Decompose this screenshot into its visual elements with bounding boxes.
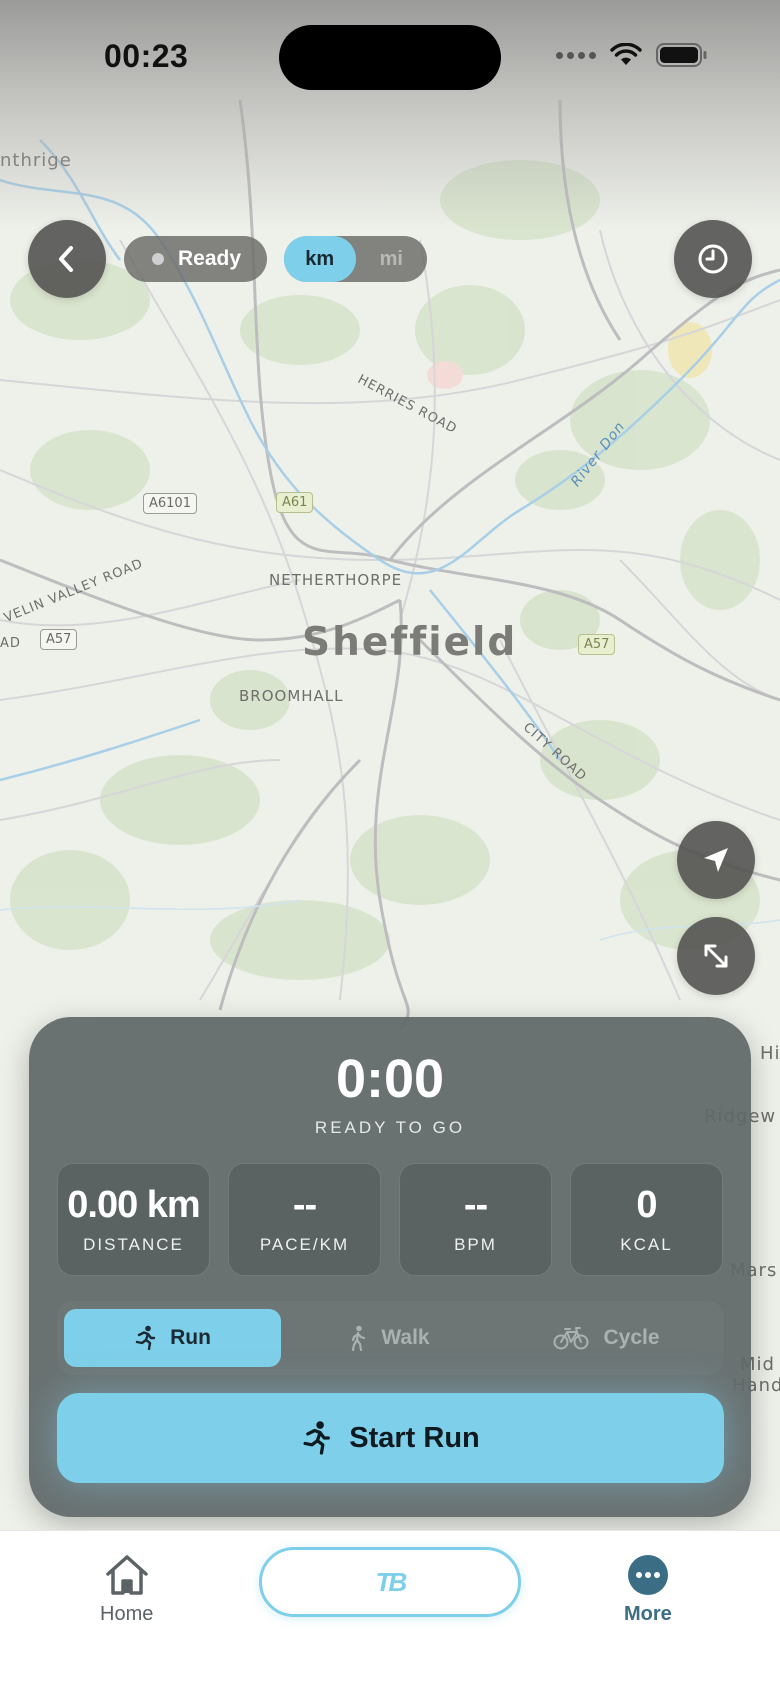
- map-label-hi: Hi: [760, 1043, 780, 1064]
- tab-home[interactable]: Home: [100, 1553, 153, 1626]
- start-run-button[interactable]: Start Run: [57, 1393, 724, 1483]
- activity-selector: Run Walk Cycle: [57, 1301, 724, 1375]
- status-pill-label: Ready: [178, 247, 242, 270]
- timer-subtitle: READY TO GO: [314, 1118, 466, 1137]
- map-label-netherthorpe: NETHERTHORPE: [269, 571, 403, 589]
- tab-bar: Home TB More: [0, 1530, 780, 1695]
- history-button[interactable]: [674, 220, 752, 298]
- stat-heart-rate-value: --: [463, 1184, 488, 1226]
- wifi-icon: [610, 43, 642, 65]
- stat-calories-value: 0: [636, 1184, 657, 1226]
- road-shield-a57-west: A57: [40, 629, 78, 650]
- tab-more[interactable]: More: [624, 1553, 672, 1626]
- stat-pace-label: PACE/KM: [259, 1235, 350, 1254]
- clock-icon: [698, 244, 728, 274]
- running-person-icon: [303, 1421, 331, 1455]
- more-dots-icon: [627, 1555, 668, 1595]
- activity-option-walk[interactable]: Walk: [281, 1309, 498, 1367]
- bicycle-icon: [553, 1327, 589, 1350]
- stats-row: 0.00 km DISTANCE -- PACE/KM -- BPM 0 KCA…: [57, 1163, 724, 1276]
- road-shield-a57-east: A57: [578, 634, 616, 655]
- activity-option-run-label: Run: [170, 1326, 211, 1349]
- map-label-city: Sheffield: [302, 620, 518, 665]
- stat-calories: 0 KCAL: [570, 1163, 723, 1276]
- cellular-signal-icon: [556, 51, 596, 59]
- center-logo-button[interactable]: TB: [259, 1547, 521, 1617]
- unit-toggle[interactable]: km mi: [284, 236, 427, 282]
- workout-panel: 0:00 READY TO GO 0.00 km DISTANCE -- PAC…: [29, 1017, 751, 1517]
- stat-distance: 0.00 km DISTANCE: [57, 1163, 210, 1276]
- start-run-label: Start Run: [349, 1421, 480, 1454]
- status-time: 00:23: [104, 38, 189, 74]
- elapsed-timer: 0:00: [335, 1049, 445, 1109]
- stat-distance-label: DISTANCE: [83, 1235, 184, 1254]
- unit-option-km[interactable]: km: [284, 236, 356, 282]
- expand-map-button[interactable]: [677, 917, 755, 995]
- tab-home-label: Home: [100, 1603, 154, 1625]
- back-button[interactable]: [28, 220, 106, 298]
- recenter-location-button[interactable]: [677, 821, 755, 899]
- stat-heart-rate: -- BPM: [399, 1163, 552, 1276]
- stat-pace-value: --: [292, 1184, 317, 1226]
- road-shield-a6101: A6101: [143, 493, 197, 514]
- unit-option-mi[interactable]: mi: [356, 236, 428, 282]
- location-arrow-icon: [704, 848, 728, 872]
- walking-person-icon: [352, 1325, 366, 1351]
- map-label-broomhall: BROOMHALL: [239, 687, 344, 705]
- battery-icon: [656, 43, 707, 67]
- activity-option-run[interactable]: Run: [64, 1309, 281, 1367]
- dynamic-island: [279, 25, 501, 90]
- running-person-icon: [135, 1325, 156, 1351]
- status-icons: [556, 42, 708, 68]
- status-pill: Ready: [124, 236, 267, 282]
- activity-option-cycle[interactable]: Cycle: [498, 1309, 715, 1367]
- stat-calories-label: KCAL: [620, 1235, 673, 1254]
- expand-arrows-icon: [704, 944, 728, 968]
- stat-distance-value: 0.00 km: [67, 1184, 200, 1226]
- activity-option-cycle-label: Cycle: [603, 1326, 660, 1349]
- status-dot-icon: [152, 253, 164, 265]
- activity-option-walk-label: Walk: [381, 1326, 430, 1349]
- stat-pace: -- PACE/KM: [228, 1163, 381, 1276]
- chevron-left-icon: [59, 246, 73, 272]
- road-shield-a61: A61: [276, 492, 314, 513]
- tb-logo: TB: [375, 1566, 408, 1597]
- map-label-road-partial: AD: [0, 636, 21, 651]
- house-icon: [105, 1555, 148, 1595]
- stat-heart-rate-label: BPM: [454, 1235, 497, 1254]
- tab-more-label: More: [624, 1603, 672, 1625]
